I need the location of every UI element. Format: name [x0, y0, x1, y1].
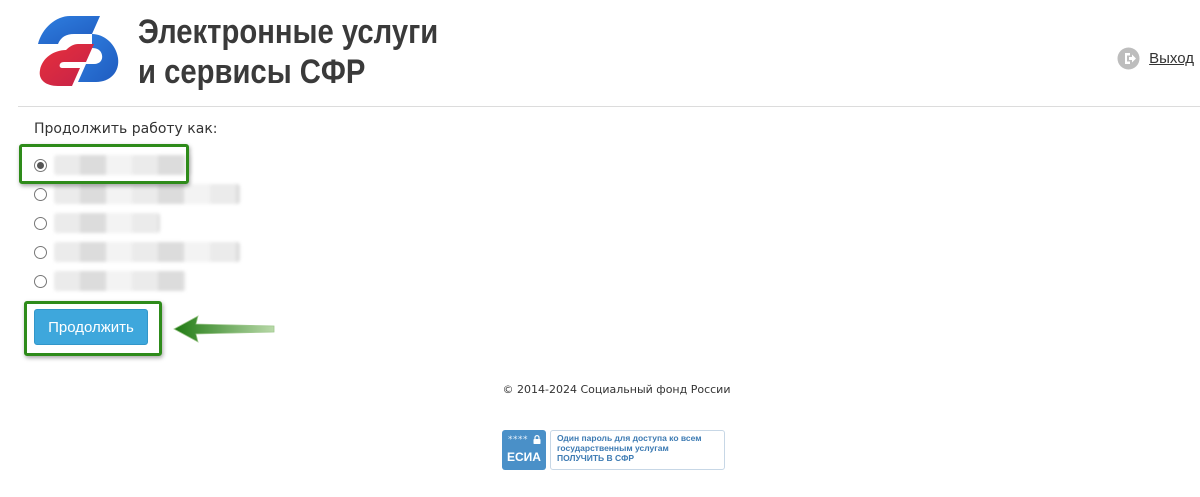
account-radio-3[interactable] — [34, 216, 47, 230]
account-option-5[interactable] — [34, 271, 186, 291]
account-name-redacted-5 — [54, 271, 186, 291]
account-option-2[interactable] — [34, 184, 240, 204]
account-name-redacted-4 — [54, 242, 240, 262]
esia-line-3: ПОЛУЧИТЬ В СФР — [557, 453, 635, 463]
logout-control[interactable]: Выход — [1117, 47, 1194, 70]
account-name-redacted-3 — [54, 213, 160, 233]
account-option-3[interactable] — [34, 213, 160, 233]
esia-stars: **** — [508, 435, 528, 445]
header: Электронные услуги и сервисы СФР Выход — [0, 0, 1200, 106]
logout-link[interactable]: Выход — [1149, 50, 1194, 67]
account-radio-5[interactable] — [34, 274, 47, 288]
copyright: © 2014-2024 Социальный фонд России — [502, 383, 731, 396]
logout-icon[interactable] — [1117, 47, 1140, 70]
highlight-continue-button — [24, 301, 162, 356]
account-name-redacted-2 — [54, 184, 240, 204]
esia-banner[interactable]: **** ЕСИА Один пароль для доступа ко все… — [502, 430, 725, 470]
lock-icon — [533, 435, 541, 444]
esia-line-1: Один пароль для доступа ко всем — [557, 433, 702, 443]
account-prompt: Продолжить работу как: — [34, 121, 218, 137]
sfr-logo-icon — [38, 16, 119, 86]
account-option-4[interactable] — [34, 242, 240, 262]
esia-logo: **** ЕСИА — [502, 430, 546, 470]
esia-text: Один пароль для доступа ко всем государс… — [550, 430, 725, 470]
page-title: Электронные услуги и сервисы СФР — [138, 12, 438, 92]
account-radio-2[interactable] — [34, 187, 47, 201]
esia-name: ЕСИА — [507, 450, 541, 464]
annotation-arrow-icon — [173, 315, 275, 343]
highlight-selected-account — [19, 144, 189, 184]
header-divider — [18, 106, 1200, 107]
esia-line-2: государственным услугам — [557, 443, 669, 453]
account-radio-4[interactable] — [34, 245, 47, 259]
title-line-2: и сервисы СФР — [138, 53, 366, 91]
title-line-1: Электронные услуги — [138, 13, 439, 51]
